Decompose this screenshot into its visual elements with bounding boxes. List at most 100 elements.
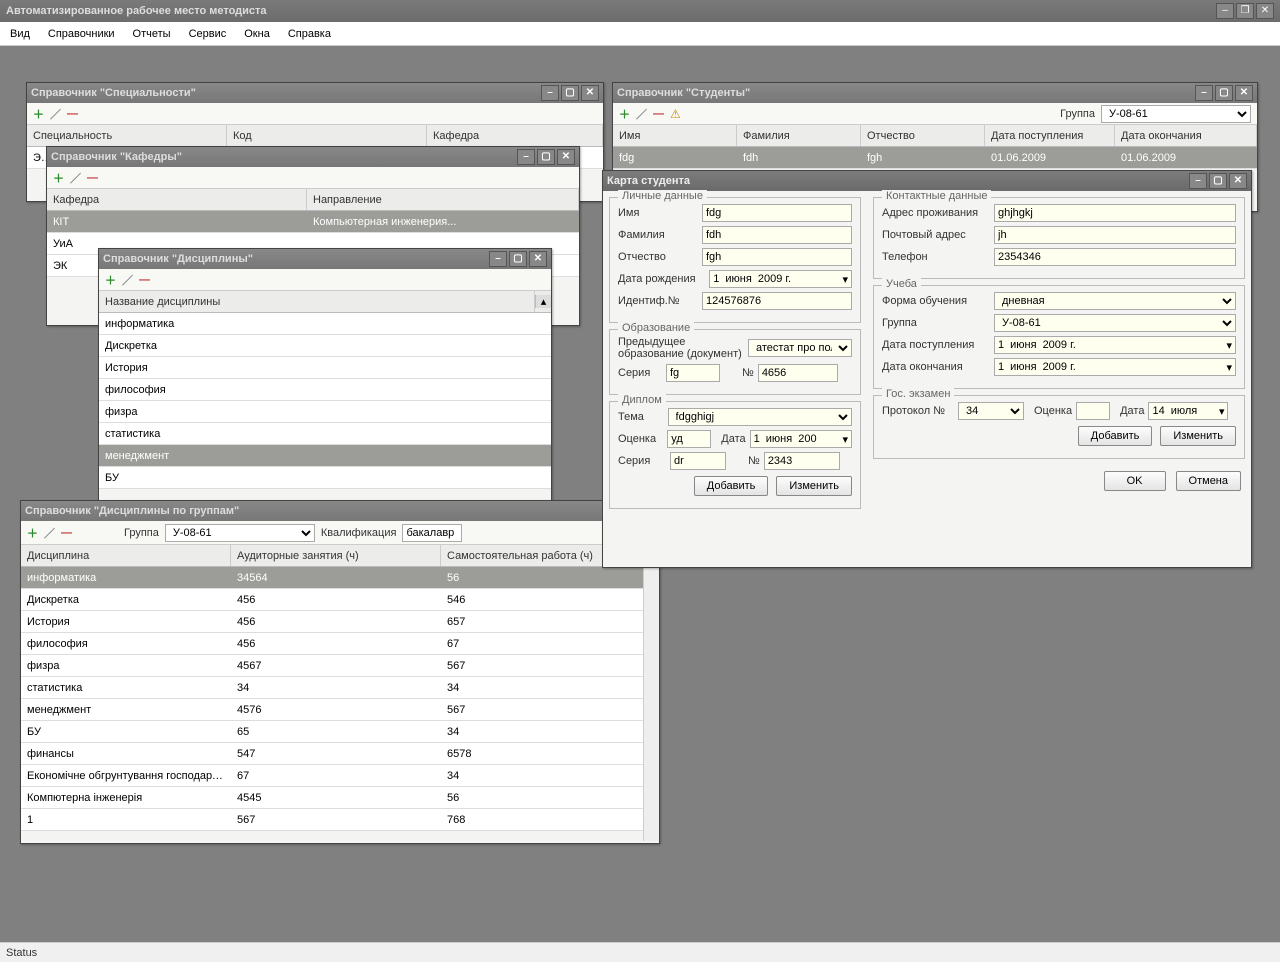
address-input[interactable] <box>994 204 1236 222</box>
edit-icon[interactable]: ／ <box>636 106 647 122</box>
ok-button[interactable]: OK <box>1104 471 1166 491</box>
minimize-icon[interactable]: – <box>1216 3 1234 19</box>
col-specialty[interactable]: Специальность <box>27 125 227 146</box>
maximize-icon[interactable]: ▢ <box>509 251 527 267</box>
col-dept[interactable]: Кафедра <box>47 189 307 210</box>
diploma-add-button[interactable]: Добавить <box>694 476 769 496</box>
window-group-disciplines[interactable]: Справочник "Дисциплины по группам" ＋ ／ —… <box>20 500 660 844</box>
lastname-input[interactable] <box>702 226 852 244</box>
cancel-button[interactable]: Отмена <box>1176 471 1241 491</box>
maximize-icon[interactable]: ❐ <box>1236 3 1254 19</box>
list-item[interactable]: информатика <box>99 313 551 335</box>
table-row[interactable]: Економічне обгрунтування господарч...673… <box>21 765 659 787</box>
menu-windows[interactable]: Окна <box>244 28 270 40</box>
col-auditory[interactable]: Аудиторные занятия (ч) <box>231 545 441 566</box>
exam-grade-input[interactable] <box>1076 402 1110 420</box>
window-disciplines[interactable]: Справочник "Дисциплины" – ▢ ✕ ＋ ／ — Назв… <box>98 248 552 538</box>
maximize-icon[interactable]: ▢ <box>1215 85 1233 101</box>
group-select[interactable]: У-08-61 <box>165 524 315 542</box>
col-name[interactable]: Имя <box>613 125 737 146</box>
col-discipline[interactable]: Дисциплина <box>21 545 231 566</box>
table-row[interactable]: философия45667 <box>21 633 659 655</box>
delete-icon[interactable]: — <box>87 172 98 184</box>
list-item[interactable]: История <box>99 357 551 379</box>
postal-input[interactable] <box>994 226 1236 244</box>
edit-icon[interactable]: ／ <box>70 170 81 186</box>
prev-edu-select[interactable]: атестат про пол <box>748 339 852 357</box>
diploma-topic-select[interactable]: fdgghigj <box>668 408 852 426</box>
maximize-icon[interactable]: ▢ <box>561 85 579 101</box>
col-patr[interactable]: Отчество <box>861 125 985 146</box>
add-icon[interactable]: ＋ <box>619 106 630 122</box>
close-icon[interactable]: ✕ <box>1235 85 1253 101</box>
table-row[interactable]: менеджмент4576567 <box>21 699 659 721</box>
menu-refs[interactable]: Справочники <box>48 28 115 40</box>
close-icon[interactable]: ✕ <box>1229 173 1247 189</box>
table-row[interactable]: финансы5476578 <box>21 743 659 765</box>
table-row[interactable]: информатика3456456 <box>21 567 659 589</box>
list-item[interactable]: статистика <box>99 423 551 445</box>
diploma-number-input[interactable] <box>764 452 840 470</box>
add-icon[interactable]: ＋ <box>53 170 64 186</box>
maximize-icon[interactable]: ▢ <box>1209 173 1227 189</box>
scrollbar[interactable] <box>643 567 659 841</box>
col-end[interactable]: Дата окончания <box>1115 125 1257 146</box>
list-item[interactable]: БУ <box>99 467 551 489</box>
qual-input[interactable] <box>402 524 462 542</box>
table-row[interactable]: КІТКомпьютерная инженерия... <box>47 211 579 233</box>
exam-add-button[interactable]: Добавить <box>1078 426 1153 446</box>
delete-icon[interactable]: — <box>67 108 78 120</box>
list-item[interactable]: Дискретка <box>99 335 551 357</box>
table-row[interactable]: физра4567567 <box>21 655 659 677</box>
edu-series-input[interactable] <box>666 364 720 382</box>
phone-input[interactable] <box>994 248 1236 266</box>
list-item[interactable]: менеджмент <box>99 445 551 467</box>
group-select[interactable]: У-08-61 <box>1101 105 1251 123</box>
minimize-icon[interactable]: – <box>1195 85 1213 101</box>
id-input[interactable] <box>702 292 852 310</box>
window-student-card[interactable]: Карта студента – ▢ ✕ Личные данные Имя Ф… <box>602 170 1252 568</box>
col-last[interactable]: Фамилия <box>737 125 861 146</box>
study-group-select[interactable]: У-08-61 <box>994 314 1236 332</box>
table-row[interactable]: статистика3434 <box>21 677 659 699</box>
diploma-grade-input[interactable] <box>667 430 711 448</box>
diploma-series-input[interactable] <box>670 452 726 470</box>
col-dept[interactable]: Кафедра <box>427 125 603 146</box>
add-icon[interactable]: ＋ <box>105 272 116 288</box>
delete-icon[interactable]: — <box>139 274 150 286</box>
exam-proto-select[interactable]: 34 <box>958 402 1024 420</box>
add-icon[interactable]: ＋ <box>27 525 38 541</box>
minimize-icon[interactable]: – <box>1189 173 1207 189</box>
maximize-icon[interactable]: ▢ <box>537 149 555 165</box>
exam-edit-button[interactable]: Изменить <box>1160 426 1236 446</box>
table-row[interactable]: fdg fdh fgh 01.06.2009 01.06.2009 <box>613 147 1257 169</box>
warning-icon[interactable]: ⚠ <box>670 107 681 121</box>
table-row[interactable]: История456657 <box>21 611 659 633</box>
delete-icon[interactable]: — <box>61 527 72 539</box>
name-input[interactable] <box>702 204 852 222</box>
col-discipline-name[interactable]: Название дисциплины <box>99 291 535 312</box>
minimize-icon[interactable]: – <box>489 251 507 267</box>
minimize-icon[interactable]: – <box>517 149 535 165</box>
scroll-up-icon[interactable]: ▴ <box>535 295 551 308</box>
menu-service[interactable]: Сервис <box>189 28 227 40</box>
dob-date-picker[interactable]: 1июня2009 г.▾ <box>709 270 852 288</box>
close-icon[interactable]: ✕ <box>1256 3 1274 19</box>
table-row[interactable]: Дискретка456546 <box>21 589 659 611</box>
col-direction[interactable]: Направление <box>307 189 579 210</box>
end-date-picker[interactable]: 1июня2009 г.▾ <box>994 358 1236 376</box>
diploma-edit-button[interactable]: Изменить <box>776 476 852 496</box>
menu-reports[interactable]: Отчеты <box>133 28 171 40</box>
menu-help[interactable]: Справка <box>288 28 331 40</box>
col-code[interactable]: Код <box>227 125 427 146</box>
list-item[interactable]: философия <box>99 379 551 401</box>
list-item[interactable]: физра <box>99 401 551 423</box>
delete-icon[interactable]: — <box>653 108 664 120</box>
minimize-icon[interactable]: – <box>541 85 559 101</box>
col-enroll[interactable]: Дата поступления <box>985 125 1115 146</box>
edit-icon[interactable]: ／ <box>50 106 61 122</box>
edit-icon[interactable]: ／ <box>122 272 133 288</box>
close-icon[interactable]: ✕ <box>529 251 547 267</box>
close-icon[interactable]: ✕ <box>581 85 599 101</box>
table-row[interactable]: БУ6534 <box>21 721 659 743</box>
